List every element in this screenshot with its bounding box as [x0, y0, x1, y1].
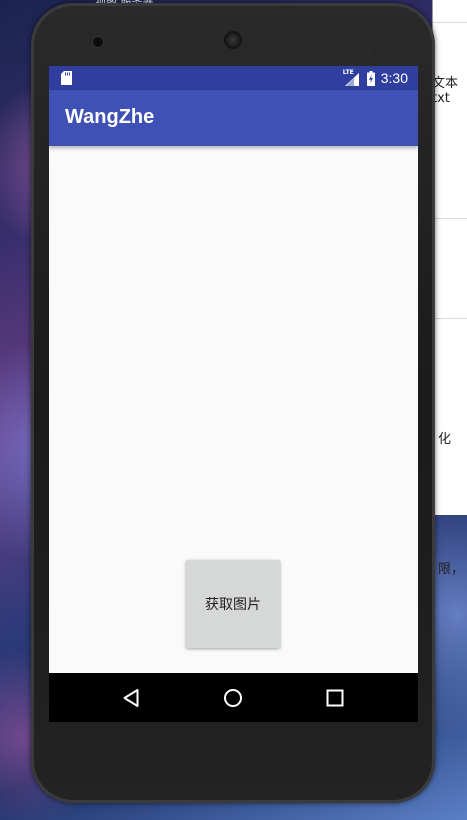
app-toolbar: WangZhe: [49, 90, 418, 146]
status-icons: LTE 3:30: [343, 66, 408, 90]
desktop-side-text: 文本: [432, 76, 459, 91]
get-image-button[interactable]: 获取图片: [186, 560, 280, 648]
device-screen: LTE 3:30 WangZhe 获取图片: [49, 66, 418, 722]
home-button[interactable]: [220, 685, 246, 711]
battery-charging-icon: [366, 70, 375, 86]
recents-button[interactable]: [322, 685, 348, 711]
back-button[interactable]: [118, 685, 144, 711]
main-content: 获取图片: [49, 146, 418, 673]
earpiece-speaker: [224, 31, 242, 49]
desktop-side-text: 化: [438, 432, 452, 447]
divider: [433, 22, 467, 23]
app-title: WangZhe: [65, 106, 155, 128]
proximity-sensors: [359, 39, 375, 54]
status-bar: LTE 3:30: [49, 66, 418, 90]
desktop-side-text: 限，: [438, 562, 465, 577]
divider: [433, 318, 467, 319]
recents-icon: [326, 689, 344, 707]
back-icon: [123, 689, 139, 707]
front-camera: [93, 37, 103, 47]
sd-card-icon: [61, 71, 72, 85]
home-icon: [224, 689, 242, 707]
signal-icon: LTE: [343, 69, 361, 86]
navigation-bar: [49, 673, 418, 722]
divider: [433, 218, 467, 219]
status-time: 3:30: [380, 70, 408, 86]
